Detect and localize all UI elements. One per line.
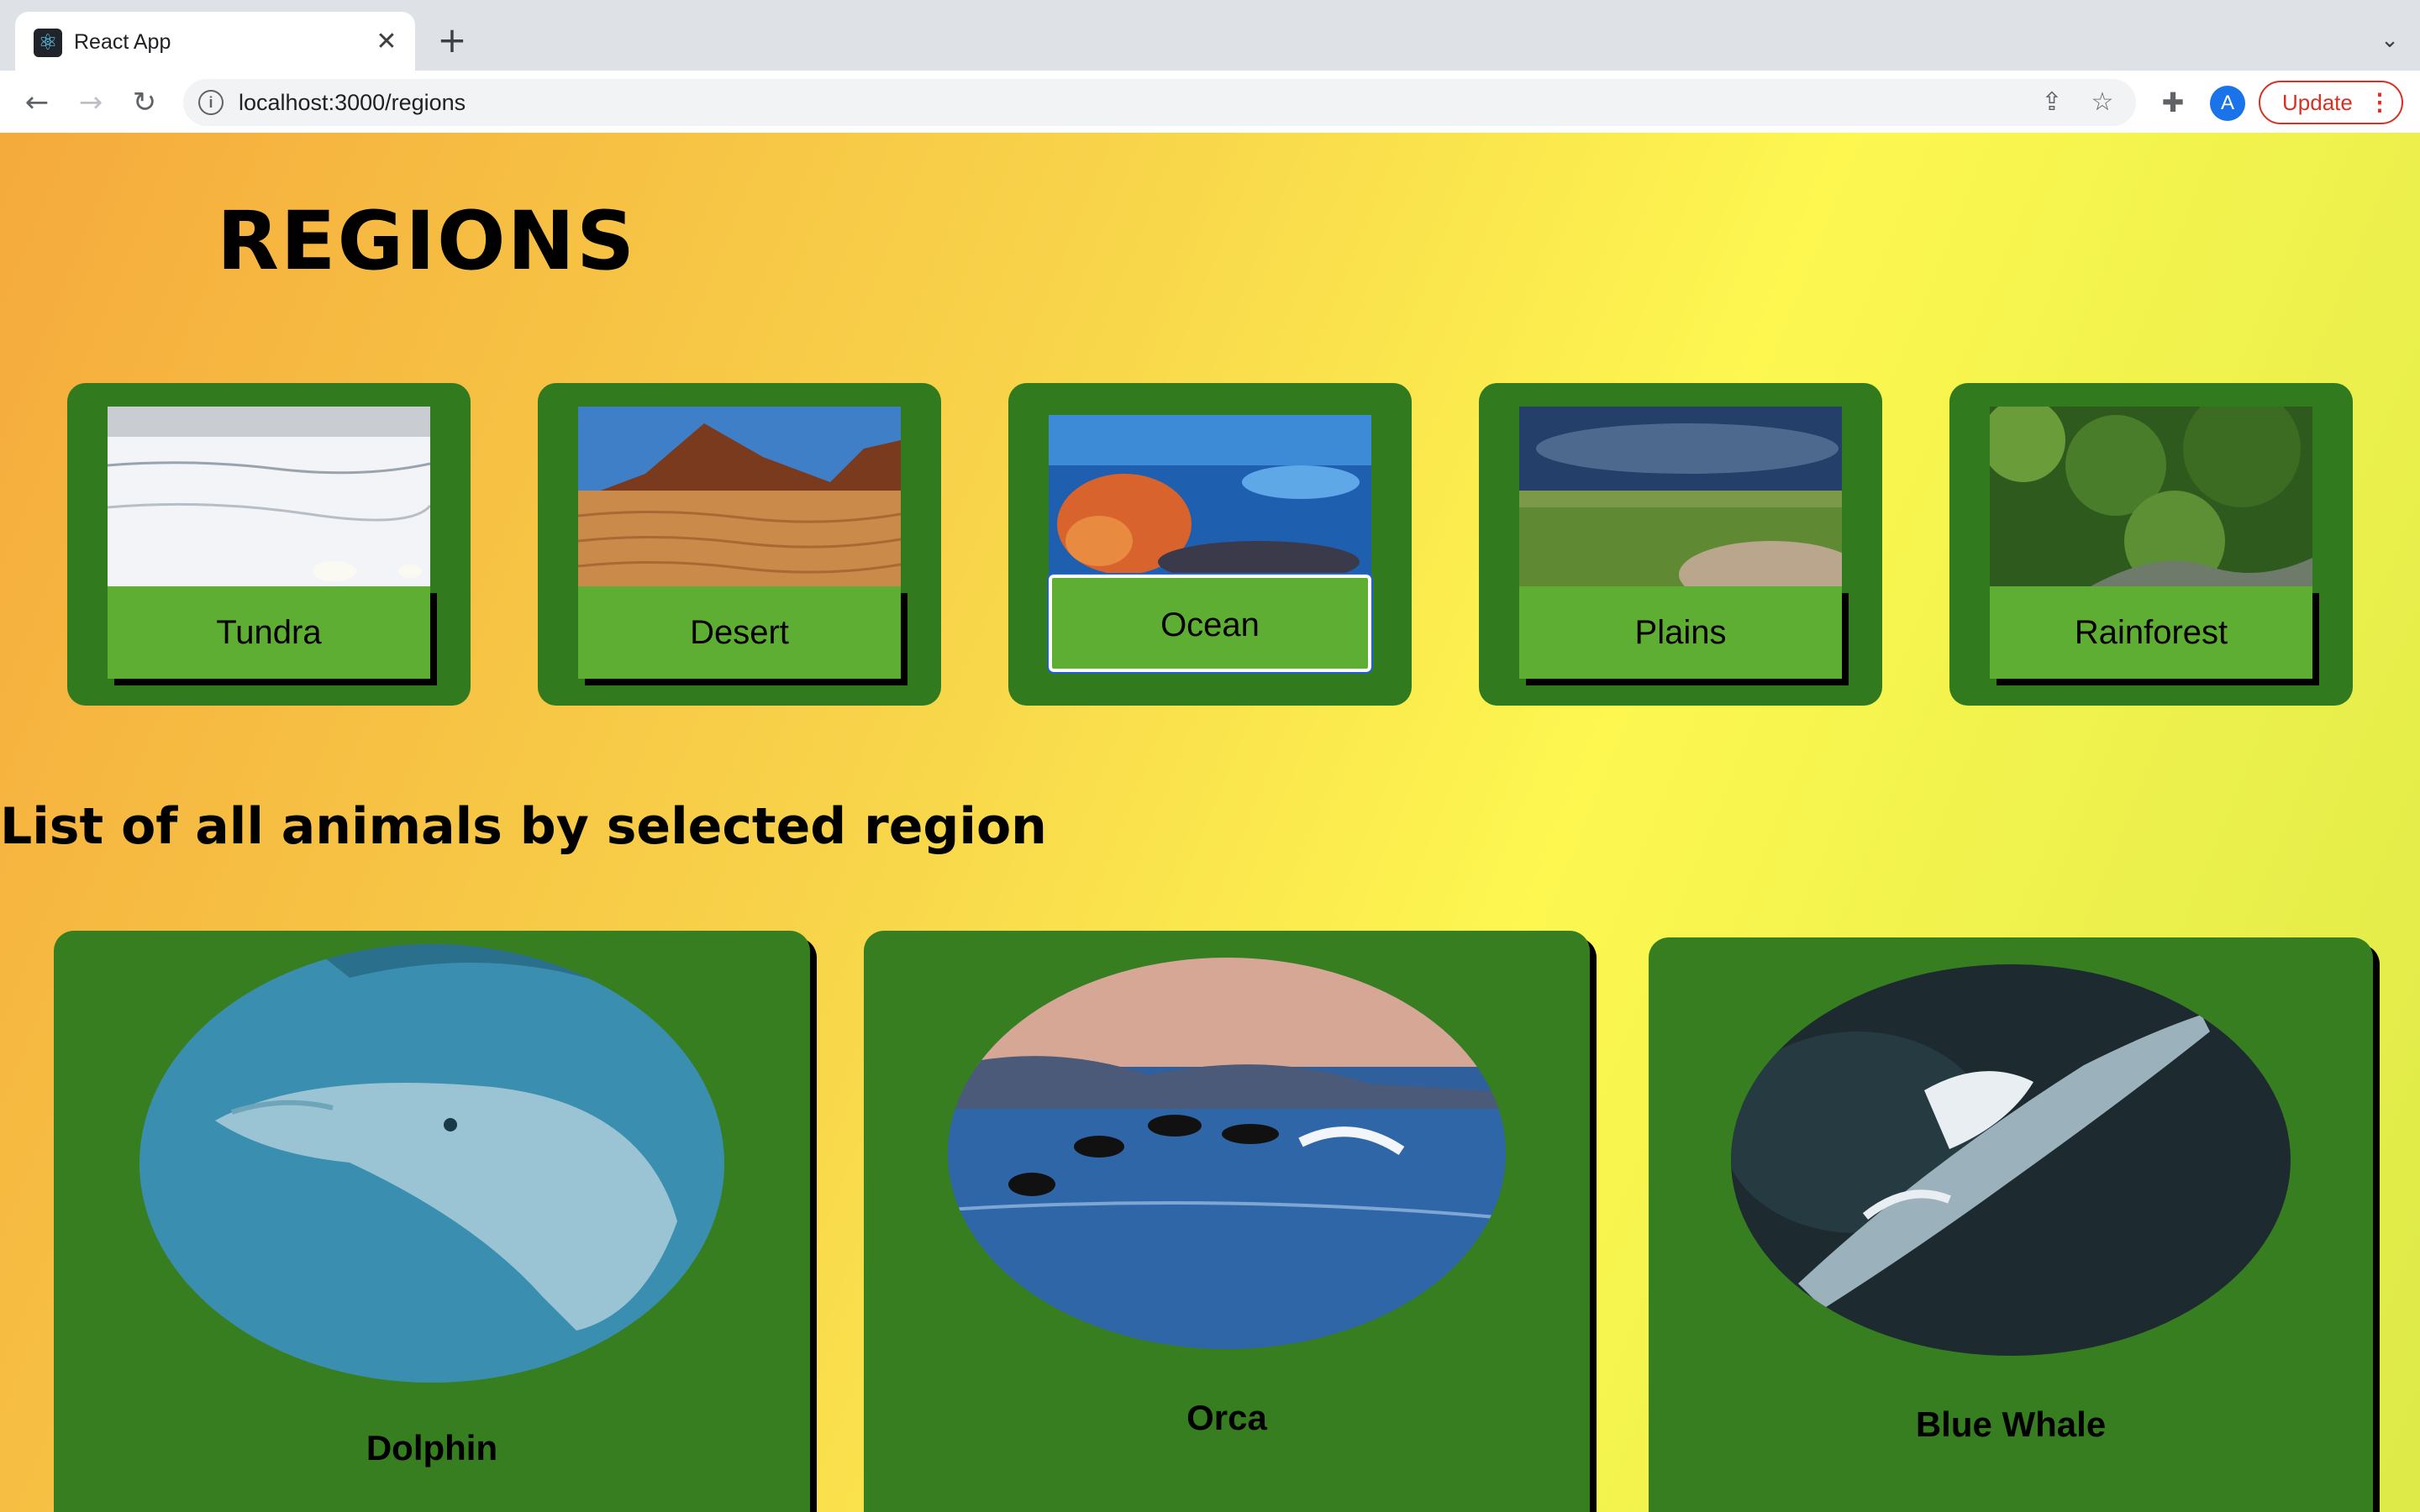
animal-card-blue-whale[interactable]: Blue Whale (1649, 937, 2373, 1512)
site-info-icon[interactable]: i (198, 90, 224, 115)
rainforest-image (1990, 407, 2312, 586)
page-title: REGIONS (217, 194, 637, 288)
bookmark-star-icon[interactable]: ☆ (2086, 86, 2119, 119)
tab-search-chevron-icon[interactable]: ⌄ (2375, 25, 2405, 55)
tundra-image (108, 407, 430, 586)
region-card-tundra: Tundra (67, 383, 471, 706)
region-button-tundra[interactable]: Tundra (108, 586, 430, 679)
update-button[interactable]: Update ⋮ (2259, 81, 2403, 124)
page-content: REGIONS Tundra Desert Ocean Plains Rainf… (0, 133, 2420, 1512)
animal-name-dolphin: Dolphin (366, 1428, 498, 1467)
forward-arrow-icon[interactable]: → (72, 84, 109, 121)
share-icon[interactable]: ⇪ (2035, 86, 2069, 119)
reload-icon[interactable]: ↻ (126, 84, 163, 121)
region-card-desert: Desert (538, 383, 941, 706)
region-button-ocean[interactable]: Ocean (1047, 573, 1373, 674)
region-card-ocean: Ocean (1008, 383, 1412, 706)
update-label: Update (2282, 90, 2353, 115)
ocean-image (1049, 415, 1371, 575)
browser-tab-strip: ⚛ React App ✕ + ⌄ (0, 0, 2420, 71)
address-bar[interactable]: i localhost:3000/regions ⇪ ☆ (183, 79, 2136, 126)
extensions-puzzle-icon[interactable]: ✚ (2156, 86, 2190, 119)
new-tab-icon[interactable]: + (435, 23, 469, 58)
back-arrow-icon[interactable]: ← (18, 84, 55, 121)
animal-card-orca[interactable]: Orca (864, 931, 1590, 1512)
dolphin-image (139, 944, 724, 1383)
desert-image (578, 407, 901, 586)
url-text[interactable]: localhost:3000/regions (239, 87, 466, 118)
region-button-desert[interactable]: Desert (578, 586, 901, 679)
region-button-plains[interactable]: Plains (1519, 586, 1842, 679)
animal-name-blue-whale: Blue Whale (1915, 1404, 2107, 1444)
region-card-plains: Plains (1479, 383, 1882, 706)
react-favicon-icon: ⚛ (34, 29, 62, 57)
region-card-rainforest: Rainforest (1949, 383, 2353, 706)
profile-avatar[interactable]: A (2210, 86, 2245, 121)
browser-toolbar: ← → ↻ i localhost:3000/regions ⇪ ☆ ✚ A U… (0, 71, 2420, 134)
blue-whale-image (1731, 964, 2291, 1356)
browser-tab[interactable]: ⚛ React App ✕ (15, 12, 415, 71)
close-tab-icon[interactable]: ✕ (371, 27, 402, 57)
animal-name-orca: Orca (1186, 1398, 1267, 1437)
animal-card-dolphin[interactable]: Dolphin (54, 931, 810, 1512)
plains-image (1519, 407, 1842, 586)
menu-dots-icon: ⋮ (2368, 89, 2391, 115)
tab-title: React App (74, 30, 171, 54)
region-button-rainforest[interactable]: Rainforest (1990, 586, 2312, 679)
animals-section-heading: List of all animals by selected region (0, 797, 1047, 856)
orca-image (948, 958, 1506, 1349)
